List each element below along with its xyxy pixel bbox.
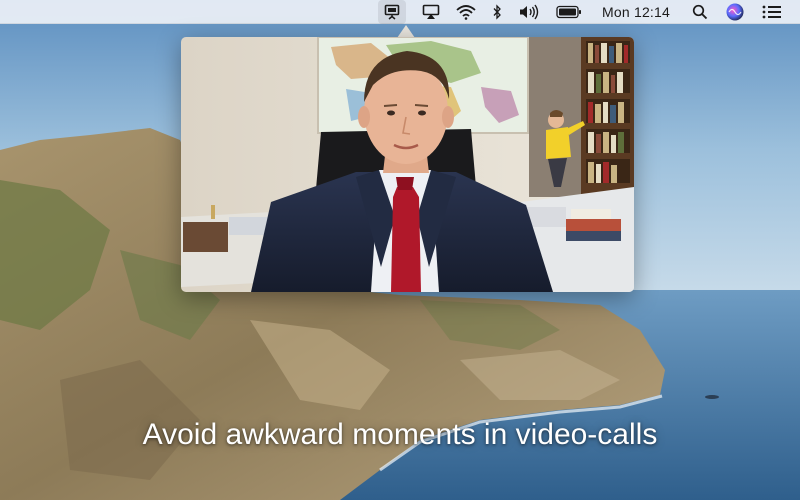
bookshelf-icon — [581, 37, 634, 197]
battery-icon[interactable] — [556, 0, 582, 24]
wifi-icon[interactable] — [456, 0, 476, 24]
volume-icon[interactable] — [518, 0, 540, 24]
siri-icon[interactable] — [726, 0, 744, 24]
bluetooth-icon[interactable] — [492, 0, 502, 24]
presentation-screen-icon[interactable] — [378, 0, 407, 24]
spotlight-search-icon[interactable] — [692, 0, 708, 24]
notification-center-icon[interactable] — [762, 0, 782, 24]
menu-bar: Mon 12:14 — [0, 0, 800, 24]
video-call-preview — [181, 37, 634, 292]
promo-caption: Avoid awkward moments in video-calls — [142, 418, 658, 451]
menubar-clock[interactable]: Mon 12:14 — [602, 0, 670, 24]
video-call-preview-popover — [181, 37, 634, 292]
airplay-icon[interactable] — [422, 0, 440, 24]
